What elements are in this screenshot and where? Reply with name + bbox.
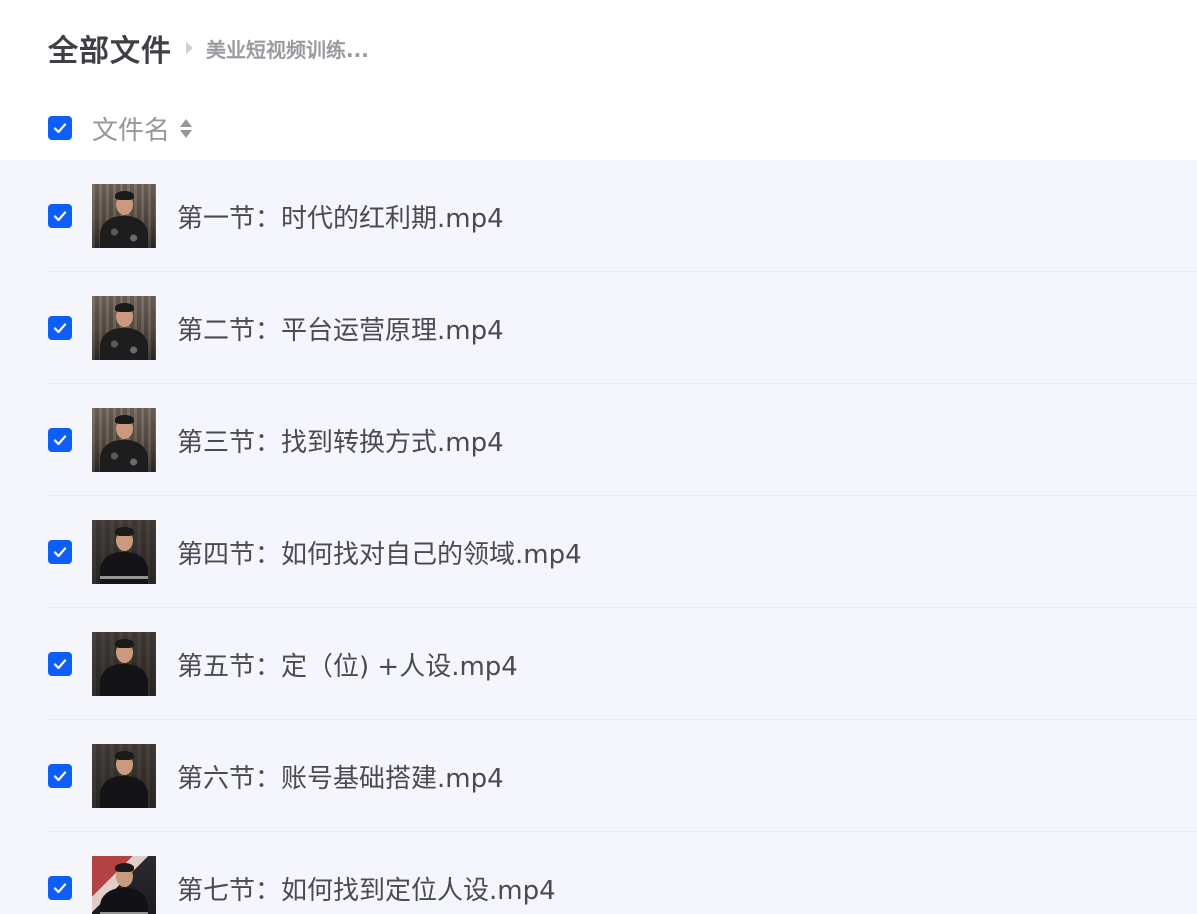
file-browser: 全部文件 美业短视频训练... 文件名 第一节：时代的红利期.mp4 第二节：平… (0, 0, 1197, 914)
file-checkbox[interactable] (48, 764, 72, 788)
checkmark-icon (53, 659, 67, 670)
file-name[interactable]: 第二节：平台运营原理.mp4 (177, 310, 504, 347)
breadcrumb: 全部文件 美业短视频训练... (48, 24, 369, 72)
file-checkbox[interactable] (48, 204, 72, 228)
video-thumbnail[interactable] (92, 856, 156, 914)
checkmark-icon (53, 883, 67, 894)
file-name[interactable]: 第七节：如何找到定位人设.mp4 (177, 870, 556, 907)
checkmark-icon (53, 435, 67, 446)
file-checkbox[interactable] (48, 876, 72, 900)
checkmark-icon (53, 771, 67, 782)
file-row[interactable]: 第四节：如何找对自己的领域.mp4 (0, 496, 1197, 608)
select-all-checkbox[interactable] (48, 116, 72, 140)
breadcrumb-root-all-files[interactable]: 全部文件 (48, 26, 172, 70)
video-thumbnail[interactable] (92, 632, 156, 696)
video-thumbnail[interactable] (92, 520, 156, 584)
breadcrumb-separator-icon (186, 42, 193, 54)
file-name[interactable]: 第五节：定（位) +人设.mp4 (177, 646, 518, 683)
file-row[interactable]: 第七节：如何找到定位人设.mp4 (0, 832, 1197, 914)
file-checkbox[interactable] (48, 652, 72, 676)
checkmark-icon (53, 123, 67, 134)
video-thumbnail[interactable] (92, 296, 156, 360)
file-list: 第一节：时代的红利期.mp4 第二节：平台运营原理.mp4 第三节：找到转换方式… (0, 160, 1197, 914)
video-thumbnail[interactable] (92, 744, 156, 808)
file-row[interactable]: 第二节：平台运营原理.mp4 (0, 272, 1197, 384)
video-thumbnail[interactable] (92, 184, 156, 248)
file-checkbox[interactable] (48, 316, 72, 340)
breadcrumb-current-folder[interactable]: 美业短视频训练... (206, 34, 369, 63)
video-thumbnail[interactable] (92, 408, 156, 472)
checkmark-icon (53, 323, 67, 334)
list-header: 文件名 (48, 104, 193, 152)
checkmark-icon (53, 547, 67, 558)
sort-updown-icon[interactable] (180, 118, 193, 138)
file-row[interactable]: 第六节：账号基础搭建.mp4 (0, 720, 1197, 832)
file-row[interactable]: 第三节：找到转换方式.mp4 (0, 384, 1197, 496)
file-name[interactable]: 第一节：时代的红利期.mp4 (177, 198, 504, 235)
checkmark-icon (53, 211, 67, 222)
file-name[interactable]: 第四节：如何找对自己的领域.mp4 (177, 534, 582, 571)
file-name[interactable]: 第六节：账号基础搭建.mp4 (177, 758, 504, 795)
file-row[interactable]: 第一节：时代的红利期.mp4 (0, 160, 1197, 272)
file-checkbox[interactable] (48, 428, 72, 452)
file-checkbox[interactable] (48, 540, 72, 564)
file-row[interactable]: 第五节：定（位) +人设.mp4 (0, 608, 1197, 720)
filename-column-header[interactable]: 文件名 (92, 110, 170, 147)
file-name[interactable]: 第三节：找到转换方式.mp4 (177, 422, 504, 459)
